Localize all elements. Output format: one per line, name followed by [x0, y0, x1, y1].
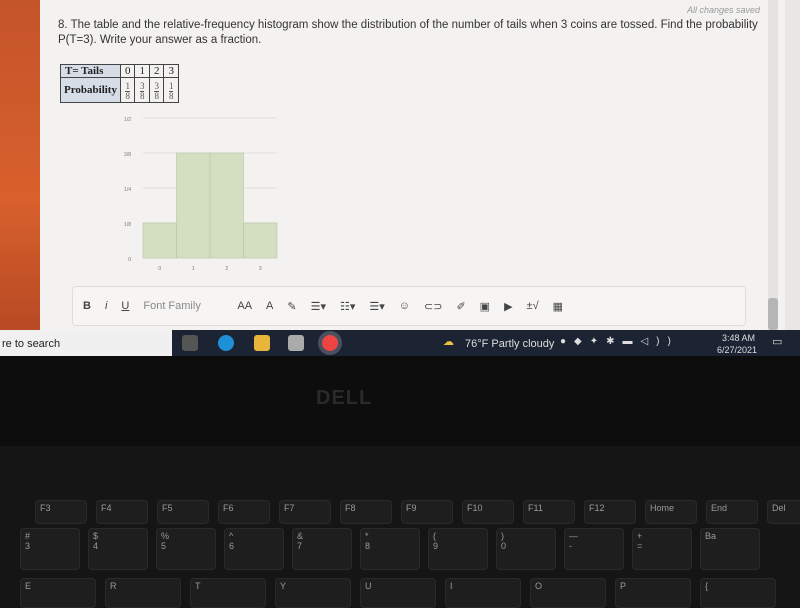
- table-icon[interactable]: ▦: [553, 300, 563, 313]
- taskbar: re to search ☁ 76°F Partly cloudy ●◆✦✱▬◁…: [0, 330, 800, 356]
- letter-key[interactable]: E: [20, 578, 96, 608]
- highlight-icon[interactable]: ✎: [287, 300, 296, 313]
- function-key[interactable]: Del: [767, 500, 800, 524]
- letter-key[interactable]: T: [190, 578, 266, 608]
- function-key[interactable]: End: [706, 500, 758, 524]
- t-value: 2: [149, 64, 165, 78]
- letter-key[interactable]: R: [105, 578, 181, 608]
- y-tick-label: 1/2: [124, 117, 131, 123]
- t-value: 1: [134, 64, 150, 78]
- file-explorer-icon[interactable]: [254, 335, 270, 351]
- function-key[interactable]: F3: [35, 500, 87, 524]
- save-status: All changes saved: [686, 5, 760, 15]
- image-icon[interactable]: ▣: [480, 300, 490, 313]
- tails-header: T= Tails: [60, 64, 121, 78]
- function-key[interactable]: F5: [157, 500, 209, 524]
- editor-toolbar: B i U Font Family AA A ✎ ☰▾ ☷▾ ☰▾ ☺ ⊂⊃ ✐…: [72, 286, 746, 326]
- function-key[interactable]: F10: [462, 500, 514, 524]
- chrome-icon[interactable]: [322, 335, 338, 351]
- scrollbar[interactable]: [768, 0, 778, 330]
- letter-key[interactable]: Y: [275, 578, 351, 608]
- italic-button[interactable]: i: [105, 300, 107, 312]
- letter-key[interactable]: I: [445, 578, 521, 608]
- x-tick-label: 0: [158, 266, 161, 272]
- unordered-list-icon[interactable]: ☰▾: [369, 300, 384, 313]
- brand-logo: DELL: [316, 387, 373, 409]
- number-key[interactable]: ) 0: [496, 528, 556, 570]
- weather[interactable]: 76°F Partly cloudy: [465, 338, 554, 350]
- y-tick-label: 1/8: [124, 222, 131, 228]
- link-icon[interactable]: ⊂⊃: [424, 300, 442, 313]
- letter-key[interactable]: P: [615, 578, 691, 608]
- laptop-bezel: DELL: [0, 356, 800, 446]
- prob: 38: [134, 77, 150, 103]
- t-value: 0: [120, 64, 136, 78]
- letter-key[interactable]: O: [530, 578, 606, 608]
- underline-button[interactable]: U: [121, 300, 129, 312]
- notification-icon[interactable]: ▭: [772, 335, 782, 348]
- x-tick-label: 3: [259, 266, 262, 272]
- histogram-bar: [209, 152, 244, 259]
- ordered-list-icon[interactable]: ☷▾: [340, 300, 355, 313]
- t-value: 3: [163, 64, 179, 78]
- y-tick-label: 1/4: [124, 187, 131, 193]
- text-color-icon[interactable]: A: [266, 300, 273, 312]
- histogram-bar: [243, 222, 278, 259]
- number-key[interactable]: Ba: [700, 528, 760, 570]
- histogram: 0 1/8 1/4 3/8 1/2 0 1 2 3: [124, 117, 278, 272]
- function-key[interactable]: F8: [340, 500, 392, 524]
- clock-time[interactable]: 3:48 AM: [722, 333, 755, 343]
- math-button[interactable]: ±√: [527, 300, 539, 312]
- number-key[interactable]: ^ 6: [224, 528, 284, 570]
- probability-table: T= Tails 0123 Probability 18 38 38 18: [60, 64, 179, 103]
- question-page: All changes saved 8. The table and the r…: [40, 0, 785, 330]
- function-key[interactable]: F11: [523, 500, 575, 524]
- number-key[interactable]: $ 4: [88, 528, 148, 570]
- page-background: [0, 0, 40, 330]
- function-key[interactable]: F12: [584, 500, 636, 524]
- probability-header: Probability: [60, 77, 121, 103]
- function-key[interactable]: F4: [96, 500, 148, 524]
- font-family-select[interactable]: Font Family: [143, 300, 223, 312]
- function-key[interactable]: F7: [279, 500, 331, 524]
- number-key[interactable]: ( 9: [428, 528, 488, 570]
- clock-date[interactable]: 6/27/2021: [717, 345, 757, 355]
- y-tick-label: 0: [128, 257, 131, 263]
- x-tick-label: 1: [192, 266, 195, 272]
- align-icon[interactable]: ☰▾: [311, 300, 326, 313]
- function-key[interactable]: Home: [645, 500, 697, 524]
- search-box[interactable]: re to search: [0, 330, 172, 356]
- emoji-icon[interactable]: ☺: [399, 300, 410, 312]
- x-tick-label: 2: [225, 266, 228, 272]
- prob: 18: [120, 77, 136, 103]
- number-key[interactable]: * 8: [360, 528, 420, 570]
- letter-key[interactable]: U: [360, 578, 436, 608]
- letter-key[interactable]: {: [700, 578, 776, 608]
- font-size-button[interactable]: AA: [237, 300, 252, 312]
- histogram-bar: [142, 222, 177, 259]
- prob: 18: [163, 77, 179, 103]
- video-icon[interactable]: ▶: [504, 300, 512, 313]
- question-text: 8. The table and the relative-frequency …: [58, 19, 758, 46]
- task-view-icon[interactable]: [182, 335, 198, 351]
- screen: All changes saved 8. The table and the r…: [0, 0, 800, 330]
- edge-icon[interactable]: [218, 335, 234, 351]
- scrollbar-thumb[interactable]: [768, 298, 778, 330]
- number-key[interactable]: # 3: [20, 528, 80, 570]
- bold-button[interactable]: B: [83, 300, 91, 312]
- weather-icon[interactable]: ☁: [443, 335, 454, 348]
- y-tick-label: 3/8: [124, 152, 131, 158]
- number-key[interactable]: — -: [564, 528, 624, 570]
- number-key[interactable]: & 7: [292, 528, 352, 570]
- histogram-bar: [176, 152, 211, 259]
- function-key[interactable]: F9: [401, 500, 453, 524]
- number-key[interactable]: + =: [632, 528, 692, 570]
- function-key[interactable]: F6: [218, 500, 270, 524]
- store-icon[interactable]: [288, 335, 304, 351]
- draw-icon[interactable]: ✐: [456, 300, 465, 313]
- number-key[interactable]: % 5: [156, 528, 216, 570]
- tray-icons[interactable]: ●◆✦✱▬◁)): [560, 336, 679, 347]
- prob: 38: [149, 77, 165, 103]
